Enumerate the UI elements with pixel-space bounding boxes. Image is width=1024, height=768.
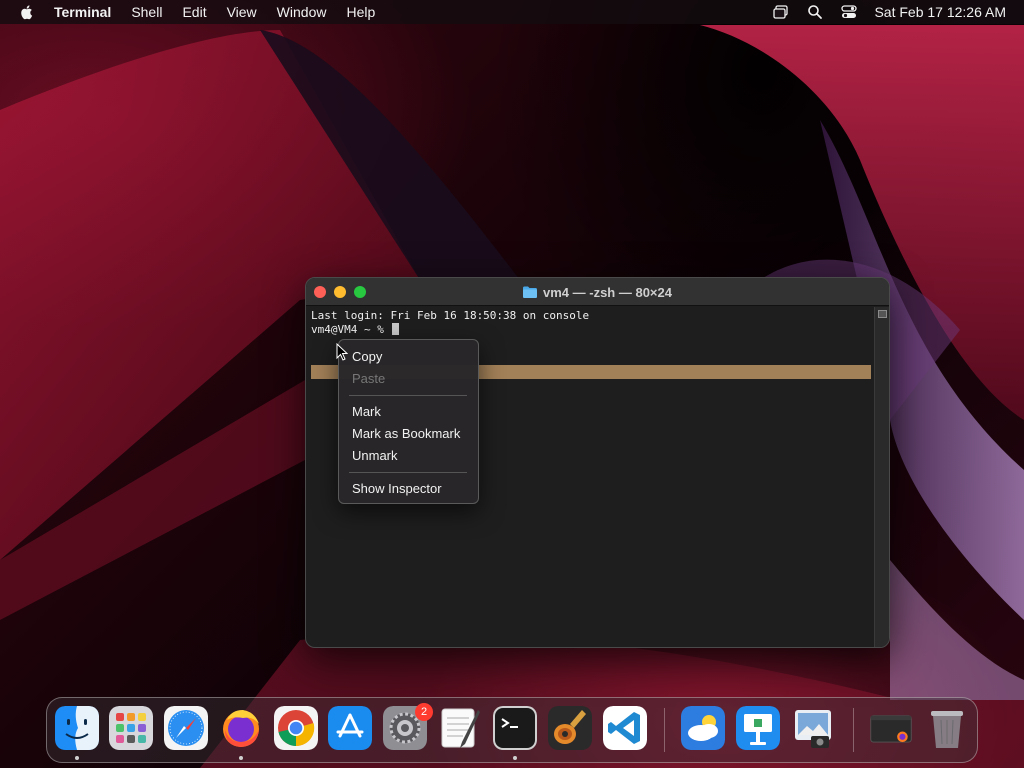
app-store-icon[interactable] (328, 706, 372, 750)
context-menu-mark-as-bookmark[interactable]: Mark as Bookmark (352, 425, 460, 443)
display-icon[interactable] (772, 3, 790, 21)
trash-icon[interactable] (925, 706, 969, 750)
dock-running-indicator (513, 756, 517, 760)
folder-icon (523, 286, 537, 298)
split-pane-button[interactable] (878, 310, 887, 318)
vscode-icon[interactable] (603, 706, 647, 750)
context-menu-unmark[interactable]: Unmark (352, 447, 398, 465)
dock-separator (664, 708, 665, 752)
menu-bar-clock[interactable]: Sat Feb 17 12:26 AM (874, 4, 1006, 20)
chrome-icon[interactable] (274, 706, 318, 750)
window-title-area: vm4 — -zsh — 80×24 (306, 278, 889, 306)
dock-running-indicator (75, 756, 79, 760)
terminal-prompt: vm4@VM4 ~ % (311, 323, 391, 336)
notification-badge: 2 (415, 703, 433, 721)
terminal-cursor (392, 323, 400, 335)
dock-running-indicator (239, 756, 243, 760)
control-center-icon[interactable] (840, 3, 858, 21)
context-menu-separator (349, 395, 467, 396)
context-menu-paste: Paste (352, 371, 386, 386)
terminal-line-login: Last login: Fri Feb 16 18:50:38 on conso… (311, 309, 590, 322)
terminal-icon[interactable] (493, 706, 537, 750)
menu-edit[interactable]: Edit (182, 0, 206, 24)
weather-icon[interactable] (681, 706, 725, 750)
garageband-icon[interactable] (548, 706, 592, 750)
apple-icon[interactable] (18, 3, 36, 21)
menu-app-terminal[interactable]: Terminal (54, 0, 111, 24)
textedit-icon[interactable] (438, 706, 482, 750)
finder-icon[interactable] (55, 706, 99, 750)
window-titlebar[interactable]: vm4 — -zsh — 80×24 (306, 278, 889, 306)
window-title: vm4 — -zsh — 80×24 (543, 284, 672, 300)
context-menu-show-inspector[interactable]: Show Inspector (352, 480, 442, 498)
search-icon[interactable] (806, 3, 824, 21)
firefox-icon[interactable] (219, 706, 263, 750)
launchpad-icon[interactable] (109, 706, 153, 750)
minimized-window-icon[interactable] (869, 706, 913, 750)
context-menu: Copy Paste Mark Mark as Bookmark Unmark … (338, 339, 479, 504)
context-menu-mark[interactable]: Mark (352, 403, 381, 421)
preview-icon[interactable] (791, 706, 835, 750)
terminal-line-prompt: vm4@VM4 ~ % (311, 323, 400, 337)
dock: 2 (46, 697, 978, 763)
context-menu-separator (349, 472, 467, 473)
menu-bar-status-area: Sat Feb 17 12:26 AM (756, 0, 1006, 24)
menu-view[interactable]: View (227, 0, 257, 24)
keynote-icon[interactable] (736, 706, 780, 750)
terminal-scrollbar[interactable] (874, 307, 889, 647)
mouse-pointer-icon (336, 343, 348, 361)
menu-shell[interactable]: Shell (131, 0, 162, 24)
menu-window[interactable]: Window (277, 0, 327, 24)
context-menu-copy[interactable]: Copy (352, 348, 382, 366)
menu-help[interactable]: Help (346, 0, 375, 24)
menu-bar: Terminal Shell Edit View Window Help Sat… (0, 0, 1024, 24)
safari-icon[interactable] (164, 706, 208, 750)
dock-separator (853, 708, 854, 752)
